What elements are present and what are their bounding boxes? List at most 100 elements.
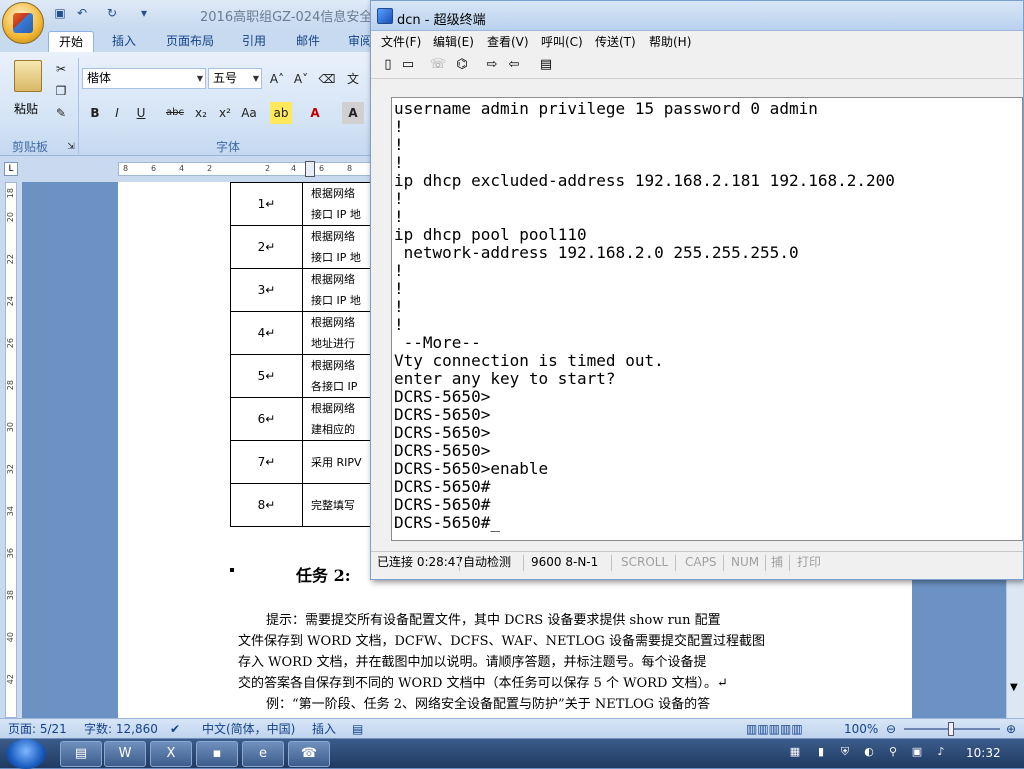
customize-qat-icon[interactable]: ▾ [136,5,152,21]
tab-home[interactable]: 开始 [48,31,95,52]
office-button[interactable] [2,2,44,44]
usb-icon[interactable]: ⚲ [886,745,900,759]
insert-mode[interactable]: 插入 [312,720,336,738]
connection-time: 已连接 0:28:47 [377,555,464,569]
font-size-combo[interactable]: 五号 ▼ [208,68,262,89]
italic-icon[interactable]: I [106,102,128,124]
new-connection-icon[interactable]: ▯ [379,56,397,74]
ruler-mark: 26 [6,338,15,349]
disconnect-icon[interactable]: ⌬ [453,56,471,74]
tab-page-layout[interactable]: 页面布局 [156,31,224,52]
scroll-down-icon[interactable]: ▼ [1010,682,1018,693]
word-status-bar: 页面: 5/21 字数: 12,860 ✔ 中文(简体，中国) 插入 ▤ ▥▥▥… [0,718,1024,738]
save-icon[interactable]: ▣ [52,5,68,21]
horizontal-ruler[interactable]: 8 6 4 2 2 4 6 8 [118,161,380,177]
char-shading-icon[interactable]: A [342,102,364,124]
document-title: 2016高职组GZ-024信息安全管 [200,10,386,25]
terminal-titlebar[interactable]: dcn - 超级终端 [371,1,1023,31]
zoom-level[interactable]: 100% [844,720,878,738]
terminal-screen[interactable]: username admin privilege 15 password 0 a… [391,97,1023,541]
table-row: 2↵ 根据网络 接口 IP 地 [230,225,393,269]
font-color-icon[interactable]: A [304,102,326,124]
subscript-icon[interactable]: x₂ [190,102,212,124]
group-divider [78,58,79,154]
font-name-combo[interactable]: 楷体 ▼ [82,68,206,89]
menu-transfer[interactable]: 传送(T) [595,33,636,50]
change-case-icon[interactable]: Aa [238,102,260,124]
terminal-toolbar: ▯ ▭ ☏ ⌬ ⇨ ⇦ ▤ [371,51,1023,79]
shrink-font-icon[interactable]: A˅ [290,68,312,90]
row-number: 3↵ [230,268,303,312]
zoom-out-icon[interactable]: ⊖ [886,720,896,738]
call-icon[interactable]: ☏ [429,56,447,74]
zoom-slider-thumb[interactable] [948,722,954,736]
copy-icon[interactable]: ❐ [50,80,72,102]
battery-icon[interactable]: ▮ [814,745,828,759]
row-number: 5↵ [230,354,303,398]
shield-icon[interactable]: ⛨ [838,745,852,759]
terminal-menubar: 文件(F) 编辑(E) 查看(V) 呼叫(C) 传送(T) 帮助(H) [371,31,1023,51]
vertical-ruler[interactable]: 18 20 22 24 26 28 30 32 34 36 38 40 42 [0,182,22,718]
superscript-icon[interactable]: x² [214,102,236,124]
strikethrough-icon[interactable]: abc [164,102,186,124]
explorer-taskbar-icon[interactable]: ▤ [60,741,102,767]
tab-references[interactable]: 引用 [232,31,276,52]
redo-icon[interactable]: ↻ [104,5,120,21]
phonetic-guide-icon[interactable]: 文 [342,68,364,90]
ruler-mark: 6 [151,164,157,173]
undo-icon[interactable]: ↶ [74,5,90,21]
menu-edit[interactable]: 编辑(E) [433,33,474,50]
clock[interactable]: 10:32 [966,746,1001,760]
row-number: 6↵ [230,397,303,441]
zoom-in-icon[interactable]: ⊕ [1006,720,1016,738]
open-icon[interactable]: ▭ [399,56,417,74]
view-buttons-icon[interactable]: ▥▥▥▥▥ [746,720,803,738]
cmd-taskbar-icon[interactable]: ▪ [196,741,238,767]
status-divider [765,555,766,571]
paragraph-line: 存入 WORD 文档，并在截图中加以说明。请顺序答题，并标注题号。每个设备提 [238,655,707,670]
status-divider [459,555,460,571]
paragraph-line: 文件保存到 WORD 文档，DCFW、DCFS、WAF、NETLOG 设备需要提… [238,634,766,649]
table-row: 3↵ 根据网络 接口 IP 地 [230,268,393,312]
volume-icon[interactable]: ♪ [934,745,948,759]
ruler-mark: 24 [6,296,15,307]
ruler-toggle-icon[interactable]: L [4,162,18,176]
highlight-icon[interactable]: ab [270,102,292,124]
tab-mailings[interactable]: 邮件 [286,31,330,52]
table-row: 8↵ 完整填写 [230,483,393,527]
start-button[interactable] [6,739,46,769]
menu-help[interactable]: 帮助(H) [649,33,691,50]
page-count[interactable]: 页面: 5/21 [8,720,67,738]
ruler-mark: 18 [6,188,15,199]
format-painter-icon[interactable]: ✎ [50,102,72,124]
num-indicator: NUM [731,555,760,569]
menu-call[interactable]: 呼叫(C) [541,33,583,50]
tab-insert[interactable]: 插入 [102,31,146,52]
bold-icon[interactable]: B [84,102,106,124]
underline-icon[interactable]: U [130,102,152,124]
film-icon[interactable]: ▦ [788,745,802,759]
paste-button[interactable]: 粘贴 [8,58,48,120]
word-count[interactable]: 字数: 12,860 [84,720,158,738]
receive-icon[interactable]: ⇦ [505,56,523,74]
grow-font-icon[interactable]: A˄ [266,68,288,90]
menu-view[interactable]: 查看(V) [487,33,529,50]
properties-icon[interactable]: ▤ [537,56,555,74]
terminal-app-icon [377,8,393,24]
input-method-icon[interactable]: ◐ [862,745,876,759]
proofing-icon[interactable]: ✔ [170,720,180,738]
hyperterminal-taskbar-icon[interactable]: ☎ [288,741,330,767]
clipboard-group-label: 剪贴板 [12,140,49,154]
menu-file[interactable]: 文件(F) [381,33,421,50]
capture-indicator: 捕 [771,555,784,569]
network-icon[interactable]: ▣ [910,745,924,759]
macro-record-icon[interactable]: ▤ [352,720,363,738]
send-icon[interactable]: ⇨ [483,56,501,74]
clear-format-icon[interactable]: ⌫ [316,68,338,90]
language-indicator[interactable]: 中文(简体，中国) [202,720,295,738]
word-taskbar-icon[interactable]: W [104,741,146,767]
excel-taskbar-icon[interactable]: X [150,741,192,767]
cut-icon[interactable]: ✂ [50,58,72,80]
ie-taskbar-icon[interactable]: e [242,741,284,767]
indent-marker-icon[interactable] [305,161,315,177]
